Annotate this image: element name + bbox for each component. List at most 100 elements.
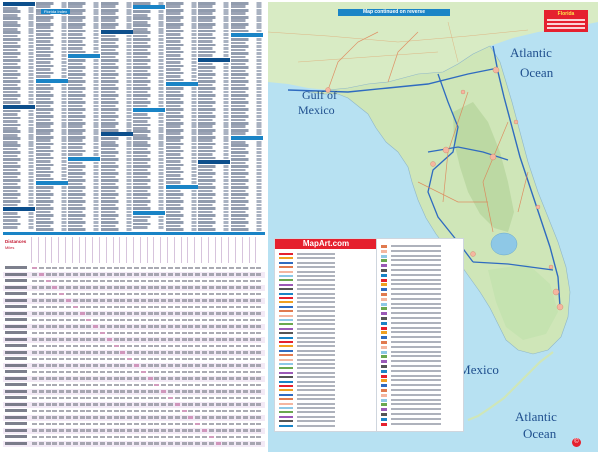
distance-cell <box>222 266 228 269</box>
index-entry <box>3 66 35 69</box>
distance-cell <box>195 299 201 302</box>
distance-cell <box>229 383 235 386</box>
distance-cell <box>79 312 85 315</box>
legend-swatch <box>279 389 293 392</box>
distance-cell <box>120 318 126 321</box>
distance-cell <box>181 338 187 341</box>
distance-cell <box>188 377 194 380</box>
distance-table-title: Distances <box>5 239 27 244</box>
distance-cell <box>86 273 92 276</box>
title-box-line <box>547 27 585 29</box>
distance-cell <box>222 377 228 380</box>
distance-cell <box>120 351 126 354</box>
index-entry <box>35 97 68 101</box>
distance-cell <box>106 273 112 276</box>
distance-cell <box>256 279 262 282</box>
distance-cell <box>242 338 248 341</box>
distance-cell <box>215 435 221 438</box>
distance-cell <box>72 318 78 321</box>
index-entry <box>133 90 165 94</box>
distance-cell <box>106 351 112 354</box>
distance-cell <box>45 312 51 315</box>
index-header-label: Florida Index <box>41 9 71 14</box>
index-entry <box>165 104 198 108</box>
distance-cell <box>140 292 146 295</box>
distance-cell <box>127 370 133 373</box>
index-entry <box>230 62 263 66</box>
legend-symbol <box>381 360 387 364</box>
distance-cell <box>79 364 85 367</box>
distance-cell <box>222 409 228 412</box>
distance-cell <box>161 396 167 399</box>
distance-cell <box>106 403 112 406</box>
index-entry <box>3 45 35 48</box>
distance-cell <box>38 351 44 354</box>
legend-symbol <box>381 413 387 416</box>
distance-cell <box>236 299 241 302</box>
distance-cell <box>100 416 105 419</box>
index-entry <box>165 71 198 75</box>
distance-cell <box>168 429 173 432</box>
index-entry <box>230 193 263 196</box>
index-entry <box>230 221 263 224</box>
index-entry <box>133 24 165 28</box>
index-entry <box>35 196 68 200</box>
index-entry <box>3 38 35 41</box>
distance-cell <box>229 286 235 289</box>
legend-text <box>297 380 335 383</box>
index-entry <box>165 167 198 170</box>
index-entry <box>68 146 100 149</box>
distance-cell <box>113 435 119 438</box>
distance-cell <box>256 338 262 341</box>
index-entry <box>198 15 230 19</box>
distance-cell <box>249 279 255 282</box>
index-entry <box>68 210 100 214</box>
legend-symbol <box>381 273 387 277</box>
distance-cell <box>120 429 126 432</box>
distance-cell <box>127 344 133 347</box>
distance-cell <box>120 409 126 412</box>
distance-cell <box>134 396 139 399</box>
distance-cell <box>188 279 194 282</box>
distance-cell <box>154 331 160 334</box>
index-entry <box>165 94 198 97</box>
distance-cell <box>256 351 262 354</box>
distance-cell <box>52 370 58 373</box>
distance-cell <box>79 318 85 321</box>
distance-cell <box>222 318 228 321</box>
distance-cell <box>140 357 146 360</box>
distance-cell <box>113 442 119 445</box>
distance-cell <box>215 396 221 399</box>
index-entry <box>35 22 68 26</box>
distance-cell <box>168 325 173 328</box>
index-entry <box>100 118 133 122</box>
index-entry <box>230 52 263 55</box>
index-entry <box>198 43 230 47</box>
legend-text <box>297 319 335 321</box>
legend-text <box>297 261 335 264</box>
distance-cell <box>66 435 71 438</box>
distance-cell <box>236 305 241 308</box>
index-entry <box>35 50 68 54</box>
distance-cell <box>147 279 153 282</box>
distance-cell <box>38 403 44 406</box>
distance-cell <box>202 305 207 308</box>
distance-cell <box>52 383 58 386</box>
distance-cell <box>79 279 85 282</box>
distance-cell <box>140 331 146 334</box>
distance-cell <box>140 351 146 354</box>
distance-cell <box>222 338 228 341</box>
index-entry <box>230 45 263 48</box>
index-entry <box>198 153 230 156</box>
distance-cell <box>45 331 51 334</box>
index-entry <box>230 144 263 147</box>
index-entry <box>68 221 100 224</box>
legend-swatch <box>279 424 293 427</box>
distance-cell <box>79 383 85 386</box>
distance-cell <box>32 286 37 289</box>
distance-cell <box>168 299 173 302</box>
distance-cell <box>52 409 58 412</box>
distance-cell <box>72 286 78 289</box>
index-entry <box>68 90 100 94</box>
index-entry <box>100 73 133 76</box>
